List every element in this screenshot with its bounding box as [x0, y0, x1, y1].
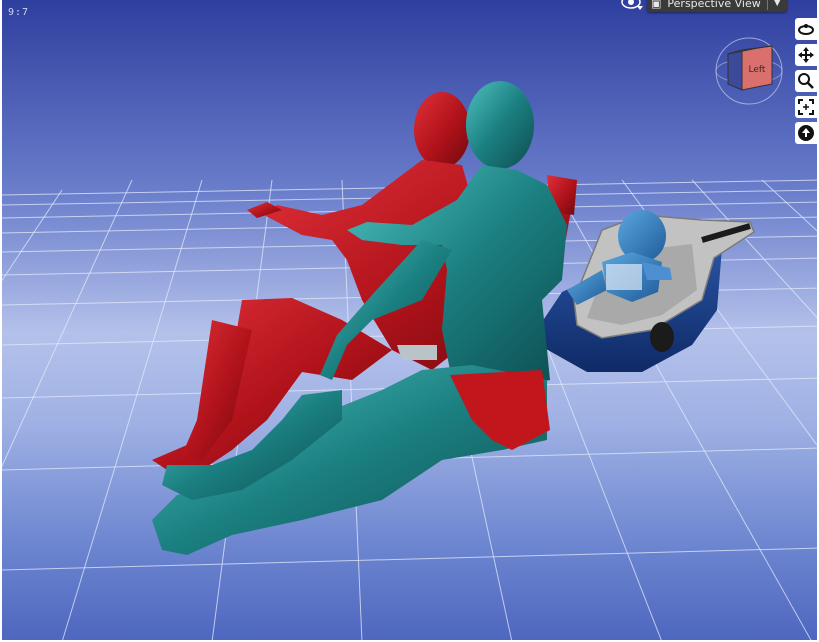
frame-counter: 9:7: [8, 7, 30, 18]
reset-view-icon[interactable]: [795, 122, 817, 144]
nav-cube-face-label: Left: [749, 65, 766, 75]
pan-icon[interactable]: [795, 44, 817, 66]
view-selector-label: Perspective View: [667, 0, 761, 10]
chevron-down-icon[interactable]: ▼: [774, 0, 781, 8]
teal-figure[interactable]: [152, 81, 567, 555]
view-selector[interactable]: ▣ Perspective View ▼: [647, 0, 787, 12]
view-selector-divider: [766, 0, 768, 10]
view-icon: ▣: [651, 0, 662, 10]
orbit-icon[interactable]: [795, 18, 817, 40]
nav-cube[interactable]: Left: [714, 36, 784, 106]
scene-canvas[interactable]: [2, 0, 819, 642]
camera-icon[interactable]: [621, 0, 645, 10]
3d-viewport[interactable]: 9:7 ▣ Perspective View ▼ Left: [0, 0, 819, 642]
frame-icon[interactable]: [795, 96, 817, 118]
zoom-icon[interactable]: [795, 70, 817, 92]
